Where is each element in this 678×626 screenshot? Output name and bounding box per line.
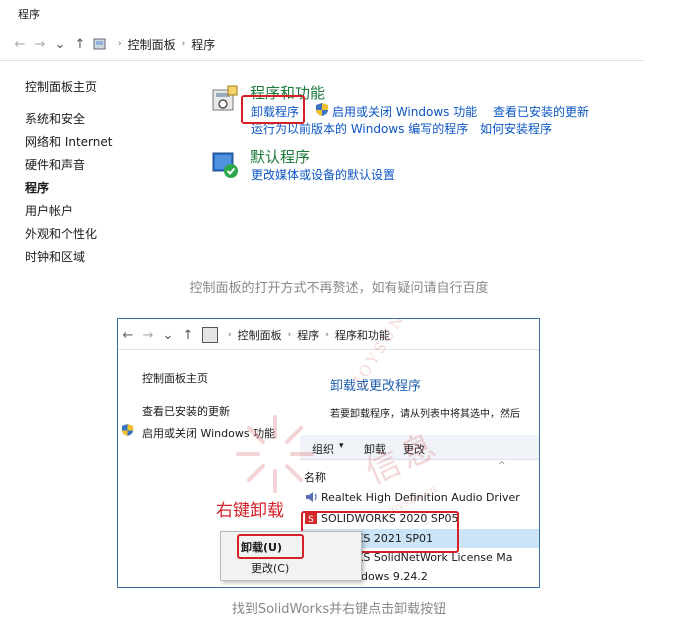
sidebar-item-system-security[interactable]: 系统和安全 xyxy=(25,110,85,127)
breadcrumb-separator: › xyxy=(287,330,292,340)
chevron-down-icon: ▾ xyxy=(339,441,344,451)
inner-navigation-bar: ← → ⌄ ↑ › 控制面板 › 程序 › 程序和功能 xyxy=(118,325,539,345)
change-defaults-link[interactable]: 更改媒体或设备的默认设置 xyxy=(251,166,395,183)
sidebar-item-clock-region[interactable]: 时钟和区域 xyxy=(25,248,85,265)
uninstall-highlight-box xyxy=(241,95,305,124)
navigation-bar: ← → ⌄ ↑ › 控制面板 › 程序 xyxy=(10,34,650,54)
inner-sidebar-home-link[interactable]: 控制面板主页 xyxy=(142,370,208,386)
back-arrow-icon[interactable]: ← xyxy=(118,328,138,343)
right-click-uninstall-annotation: 右键卸载 xyxy=(216,501,284,521)
watermark-sun-logo xyxy=(236,415,314,493)
program-row[interactable]: ndows 9.24.2 xyxy=(354,570,428,583)
uac-shield-icon xyxy=(121,423,134,437)
view-installed-updates-link[interactable]: 查看已安装的更新 xyxy=(493,103,589,120)
caption-instructions: 控制面板的打开方式不再赘述，如有疑问请自行百度 xyxy=(189,281,489,296)
uac-shield-icon xyxy=(316,103,328,116)
windows-features-link[interactable]: 启用或关闭 Windows 功能 xyxy=(332,103,477,120)
default-programs-icon xyxy=(212,152,238,178)
forward-arrow-icon[interactable]: → xyxy=(138,328,158,343)
up-arrow-icon[interactable]: ↑ xyxy=(70,37,90,52)
breadcrumb-separator: › xyxy=(181,39,186,49)
default-programs-title[interactable]: 默认程序 xyxy=(250,146,310,167)
programs-features-icon xyxy=(212,85,238,111)
control-panel-icon xyxy=(202,327,218,343)
recent-locations-chevron-icon[interactable]: ⌄ xyxy=(50,37,70,52)
up-arrow-icon[interactable]: ↑ xyxy=(178,328,198,343)
breadcrumb-separator: › xyxy=(118,39,122,49)
breadcrumb-separator: › xyxy=(228,330,232,340)
recent-locations-chevron-icon[interactable]: ⌄ xyxy=(158,328,178,343)
inner-breadcrumb-programs[interactable]: 程序 xyxy=(297,327,319,343)
inner-breadcrumb-control-panel[interactable]: 控制面板 xyxy=(238,327,282,343)
sidebar-item-programs[interactable]: 程序 xyxy=(25,179,49,196)
sidebar-item-user-accounts[interactable]: 用户帐户 xyxy=(25,202,73,219)
divider xyxy=(0,60,645,61)
sidebar-item-hardware[interactable]: 硬件和声音 xyxy=(25,156,85,173)
window-title: 程序 xyxy=(18,8,40,21)
inner-heading: 卸载或更改程序 xyxy=(330,379,422,394)
inner-installed-updates-link[interactable]: 查看已安装的更新 xyxy=(142,403,230,419)
menu-item-change[interactable]: 更改(C) xyxy=(251,560,289,576)
sidebar-item-network[interactable]: 网络和 Internet xyxy=(25,133,112,150)
sidebar-item-appearance[interactable]: 外观和个性化 xyxy=(25,225,97,242)
breadcrumb-separator: › xyxy=(325,330,329,340)
breadcrumb-control-panel[interactable]: 控制面板 xyxy=(128,36,176,53)
back-arrow-icon[interactable]: ← xyxy=(10,37,30,52)
divider xyxy=(118,349,539,350)
forward-arrow-icon[interactable]: → xyxy=(30,37,50,52)
caption-find-solidworks: 找到SolidWorks并右键点击卸载按钮 xyxy=(231,602,447,617)
sidebar-home-link[interactable]: 控制面板主页 xyxy=(25,78,97,95)
menu-uninstall-highlight-box xyxy=(237,534,304,559)
how-to-install-link[interactable]: 如何安装程序 xyxy=(480,120,552,137)
breadcrumb-programs[interactable]: 程序 xyxy=(191,36,215,53)
sort-caret-icon: ^ xyxy=(498,461,506,471)
control-panel-icon xyxy=(93,38,106,50)
